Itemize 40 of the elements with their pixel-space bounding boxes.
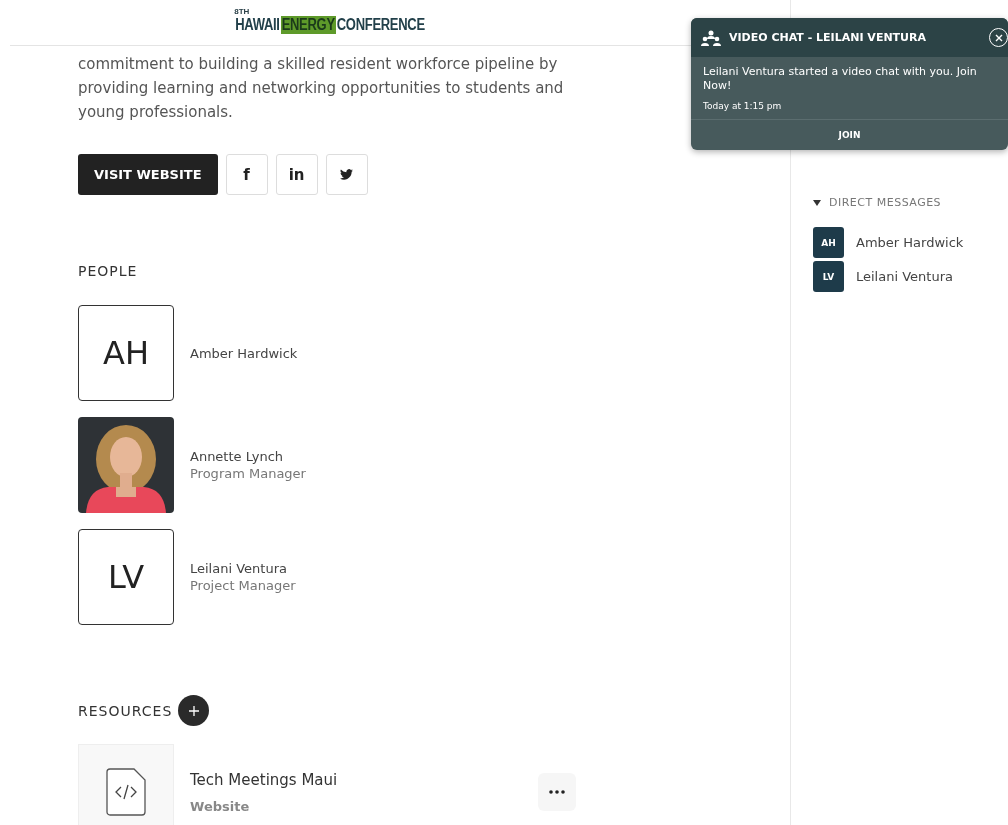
description-line: commitment to building a skilled resident workforce pipeline by — [78, 54, 558, 75]
logo-word: HAWAII — [234, 16, 281, 34]
notification-title: VIDEO CHAT - LEILANI VENTURA — [729, 31, 928, 44]
caret-down-icon[interactable] — [813, 199, 821, 206]
contact-name[interactable]: Amber Hardwick — [856, 235, 964, 250]
section-heading: DIRECT MESSAGES — [829, 196, 942, 209]
more-button[interactable] — [538, 773, 576, 811]
person-role: Project Manager — [190, 578, 296, 593]
bird-icon — [340, 169, 354, 180]
social-button[interactable]: f — [225, 154, 268, 195]
person-name[interactable]: Leilani Ventura — [190, 561, 296, 576]
description-line: young professionals. — [78, 102, 233, 123]
logo-word: ENERGY — [280, 16, 336, 34]
contact-avatar: LV — [813, 261, 844, 292]
add-button[interactable] — [178, 695, 210, 726]
logo-edition: 8TH — [234, 8, 251, 16]
notification-time: Today at 1:15 pm — [703, 101, 783, 111]
more-icon — [549, 790, 565, 794]
people-icon — [701, 29, 721, 46]
person-role: Program Manager — [190, 466, 306, 481]
visit-website-button[interactable]: VISIT WEBSITE — [78, 154, 218, 195]
person-name[interactable]: Amber Hardwick — [190, 345, 298, 361]
logo-word: CONFERENCE — [335, 16, 426, 34]
notification-message: Leilani Ventura started a video chat with you. Join Now! — [703, 65, 978, 93]
close-icon — [994, 33, 1003, 42]
plus-icon — [187, 704, 200, 717]
section-heading: PEOPLE — [78, 263, 139, 279]
bird-button[interactable] — [325, 154, 368, 195]
section-heading: RESOURCES — [78, 702, 173, 719]
description-line: providing learning and networking opportunities to students and — [78, 78, 564, 99]
resource-type: Website — [190, 798, 251, 814]
person-name[interactable]: Annette Lynch — [190, 449, 306, 464]
join-button[interactable]: JOIN — [691, 120, 1008, 150]
contact-avatar: AH — [813, 227, 844, 258]
social-button[interactable]: in — [275, 154, 318, 195]
code-file-icon — [106, 768, 146, 816]
avatar-initials: LV — [78, 529, 174, 625]
avatar-initials: AH — [78, 305, 174, 401]
contact-name[interactable]: Leilani Ventura — [856, 269, 953, 284]
resource-title[interactable]: Tech Meetings Maui — [190, 770, 538, 789]
